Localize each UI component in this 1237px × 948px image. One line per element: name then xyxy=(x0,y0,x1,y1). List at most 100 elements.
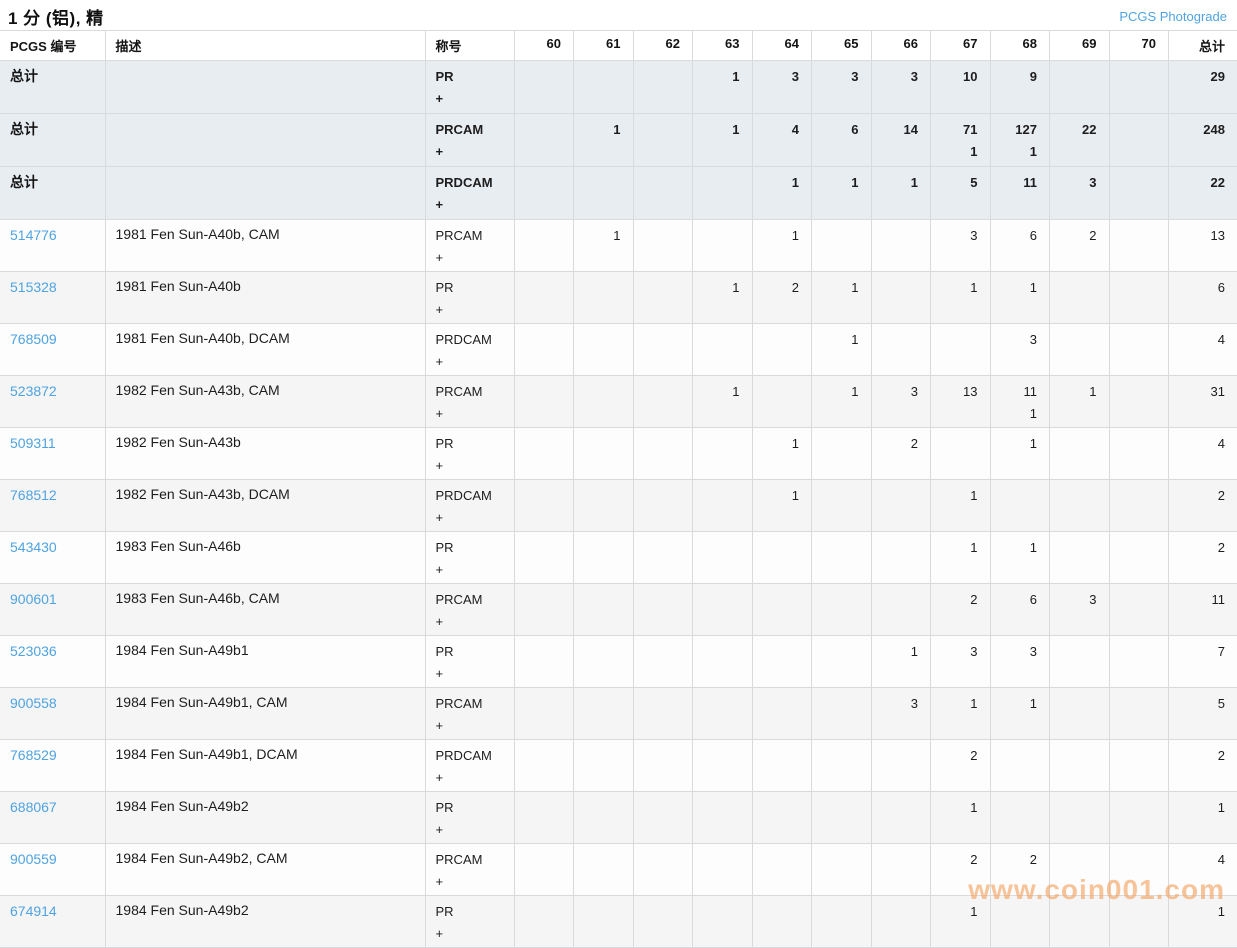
grade-61-cell: 1 xyxy=(574,114,634,167)
description-cell xyxy=(105,61,425,114)
grade-plus-count xyxy=(1060,541,1097,560)
pcgs-number-link[interactable]: 768512 xyxy=(10,487,57,503)
grade-plus-count xyxy=(882,89,919,108)
designation-label: PRCAM xyxy=(436,694,502,713)
pcgs-number-link[interactable]: 688067 xyxy=(10,799,57,815)
grade-66-cell xyxy=(871,792,931,844)
pcgs-number-link[interactable]: 768509 xyxy=(10,331,57,347)
grade-count: 1 xyxy=(822,382,859,401)
designation-plus-label: + xyxy=(436,89,502,108)
pcgs-number-link[interactable]: 900558 xyxy=(10,695,57,711)
pcgs-number-cell: 768529 xyxy=(0,740,105,792)
grade-plus-count xyxy=(1060,645,1097,664)
grade-plus-count xyxy=(882,456,919,475)
pcgs-number-link[interactable]: 523872 xyxy=(10,383,57,399)
grade-69-cell xyxy=(1050,272,1110,324)
grade-plus-count xyxy=(1120,801,1157,820)
pcgs-photograde-link[interactable]: PCGS Photograde xyxy=(1119,9,1227,24)
grade-count: 3 xyxy=(822,67,859,86)
grade-67-cell: 5 xyxy=(931,167,991,220)
grade-plus-count xyxy=(644,905,681,924)
grade-count: 1 xyxy=(584,226,621,245)
grade-64-cell: 3 xyxy=(752,61,812,114)
total-cell: 6 xyxy=(1169,272,1237,324)
grade-plus-count xyxy=(703,142,740,161)
pcgs-number-link[interactable]: 900559 xyxy=(10,851,57,867)
grade-67-cell: 3 xyxy=(931,220,991,272)
grade-count: 4 xyxy=(763,120,800,139)
grade-66-cell xyxy=(871,532,931,584)
total-count: 11 xyxy=(1179,590,1225,609)
grade-plus-count xyxy=(703,333,740,352)
grade-67-cell: 711 xyxy=(931,114,991,167)
designation-label: PRCAM xyxy=(436,590,502,609)
grade-count: 1 xyxy=(941,902,978,921)
grade-63-cell: 1 xyxy=(693,272,753,324)
grade-plus-count: 1 xyxy=(1001,142,1038,161)
col-header-total: 总计 xyxy=(1169,31,1237,61)
grade-65-cell xyxy=(812,584,872,636)
grade-66-cell xyxy=(871,844,931,896)
pcgs-number-link[interactable]: 515328 xyxy=(10,279,57,295)
grade-count: 2 xyxy=(763,278,800,297)
total-count: 2 xyxy=(1179,538,1225,557)
grade-plus-count xyxy=(1120,437,1157,456)
pcgs-number-link[interactable]: 514776 xyxy=(10,227,57,243)
total-label: 总计 xyxy=(10,121,38,137)
grade-plus-count xyxy=(644,541,681,560)
grade-plus-count xyxy=(703,300,740,319)
description-cell: 1984 Fen Sun-A49b1 xyxy=(105,636,425,688)
grade-70-cell xyxy=(1109,376,1169,428)
total-count: 4 xyxy=(1179,330,1225,349)
designation-plus-label: + xyxy=(436,664,502,683)
total-count: 13 xyxy=(1179,226,1225,245)
grade-62-cell xyxy=(633,324,693,376)
total-cell: 4 xyxy=(1169,324,1237,376)
grade-plus-count xyxy=(1001,248,1038,267)
pcgs-number-link[interactable]: 523036 xyxy=(10,643,57,659)
grade-plus-count xyxy=(644,697,681,716)
total-row: 总计PRDCAM+111511322 xyxy=(0,167,1237,220)
pcgs-number-link[interactable]: 900601 xyxy=(10,591,57,607)
population-table-body: 总计PR+133310929总计PRCAM+114614711127122248… xyxy=(0,61,1237,948)
grade-64-cell xyxy=(752,584,812,636)
grade-count: 3 xyxy=(1060,590,1097,609)
grade-count: 1 xyxy=(703,382,740,401)
grade-60-cell xyxy=(514,272,574,324)
grade-plus-count xyxy=(1120,385,1157,404)
grade-plus-count xyxy=(941,560,978,579)
pcgs-number-cell: 总计 xyxy=(0,114,105,167)
pcgs-number-link[interactable]: 509311 xyxy=(10,435,56,451)
total-cell: 11 xyxy=(1169,584,1237,636)
grade-count: 1 xyxy=(941,538,978,557)
header-row: PCGS 编号 描述 称号 60 61 62 63 64 65 66 67 68… xyxy=(0,31,1237,61)
total-plus-count xyxy=(1179,560,1225,579)
grade-60-cell xyxy=(514,428,574,480)
grade-plus-count xyxy=(1120,333,1157,352)
grade-64-cell xyxy=(752,844,812,896)
pcgs-number-link[interactable]: 543430 xyxy=(10,539,57,555)
grade-count: 6 xyxy=(1001,590,1038,609)
grade-plus-count xyxy=(822,697,859,716)
grade-63-cell xyxy=(693,688,753,740)
pcgs-number-link[interactable]: 674914 xyxy=(10,903,57,919)
grade-plus-count xyxy=(703,853,740,872)
grade-69-cell: 3 xyxy=(1050,167,1110,220)
grade-plus-count xyxy=(703,489,740,508)
grade-67-cell: 1 xyxy=(931,792,991,844)
grade-plus-count xyxy=(644,385,681,404)
total-plus-count xyxy=(1179,664,1225,683)
grade-count: 1 xyxy=(1001,278,1038,297)
pcgs-number-link[interactable]: 768529 xyxy=(10,747,57,763)
grade-plus-count xyxy=(1060,853,1097,872)
description-cell: 1981 Fen Sun-A40b, CAM xyxy=(105,220,425,272)
grade-70-cell xyxy=(1109,532,1169,584)
grade-plus-count xyxy=(1060,333,1097,352)
grade-plus-count xyxy=(822,905,859,924)
table-row: 5093111982 Fen Sun-A43bPR+1214 xyxy=(0,428,1237,480)
total-row: 总计PRCAM+114614711127122248 xyxy=(0,114,1237,167)
grade-count: 1 xyxy=(1001,694,1038,713)
designation-cell: PR+ xyxy=(425,636,514,688)
total-count: 7 xyxy=(1179,642,1225,661)
designation-cell: PRCAM+ xyxy=(425,114,514,167)
